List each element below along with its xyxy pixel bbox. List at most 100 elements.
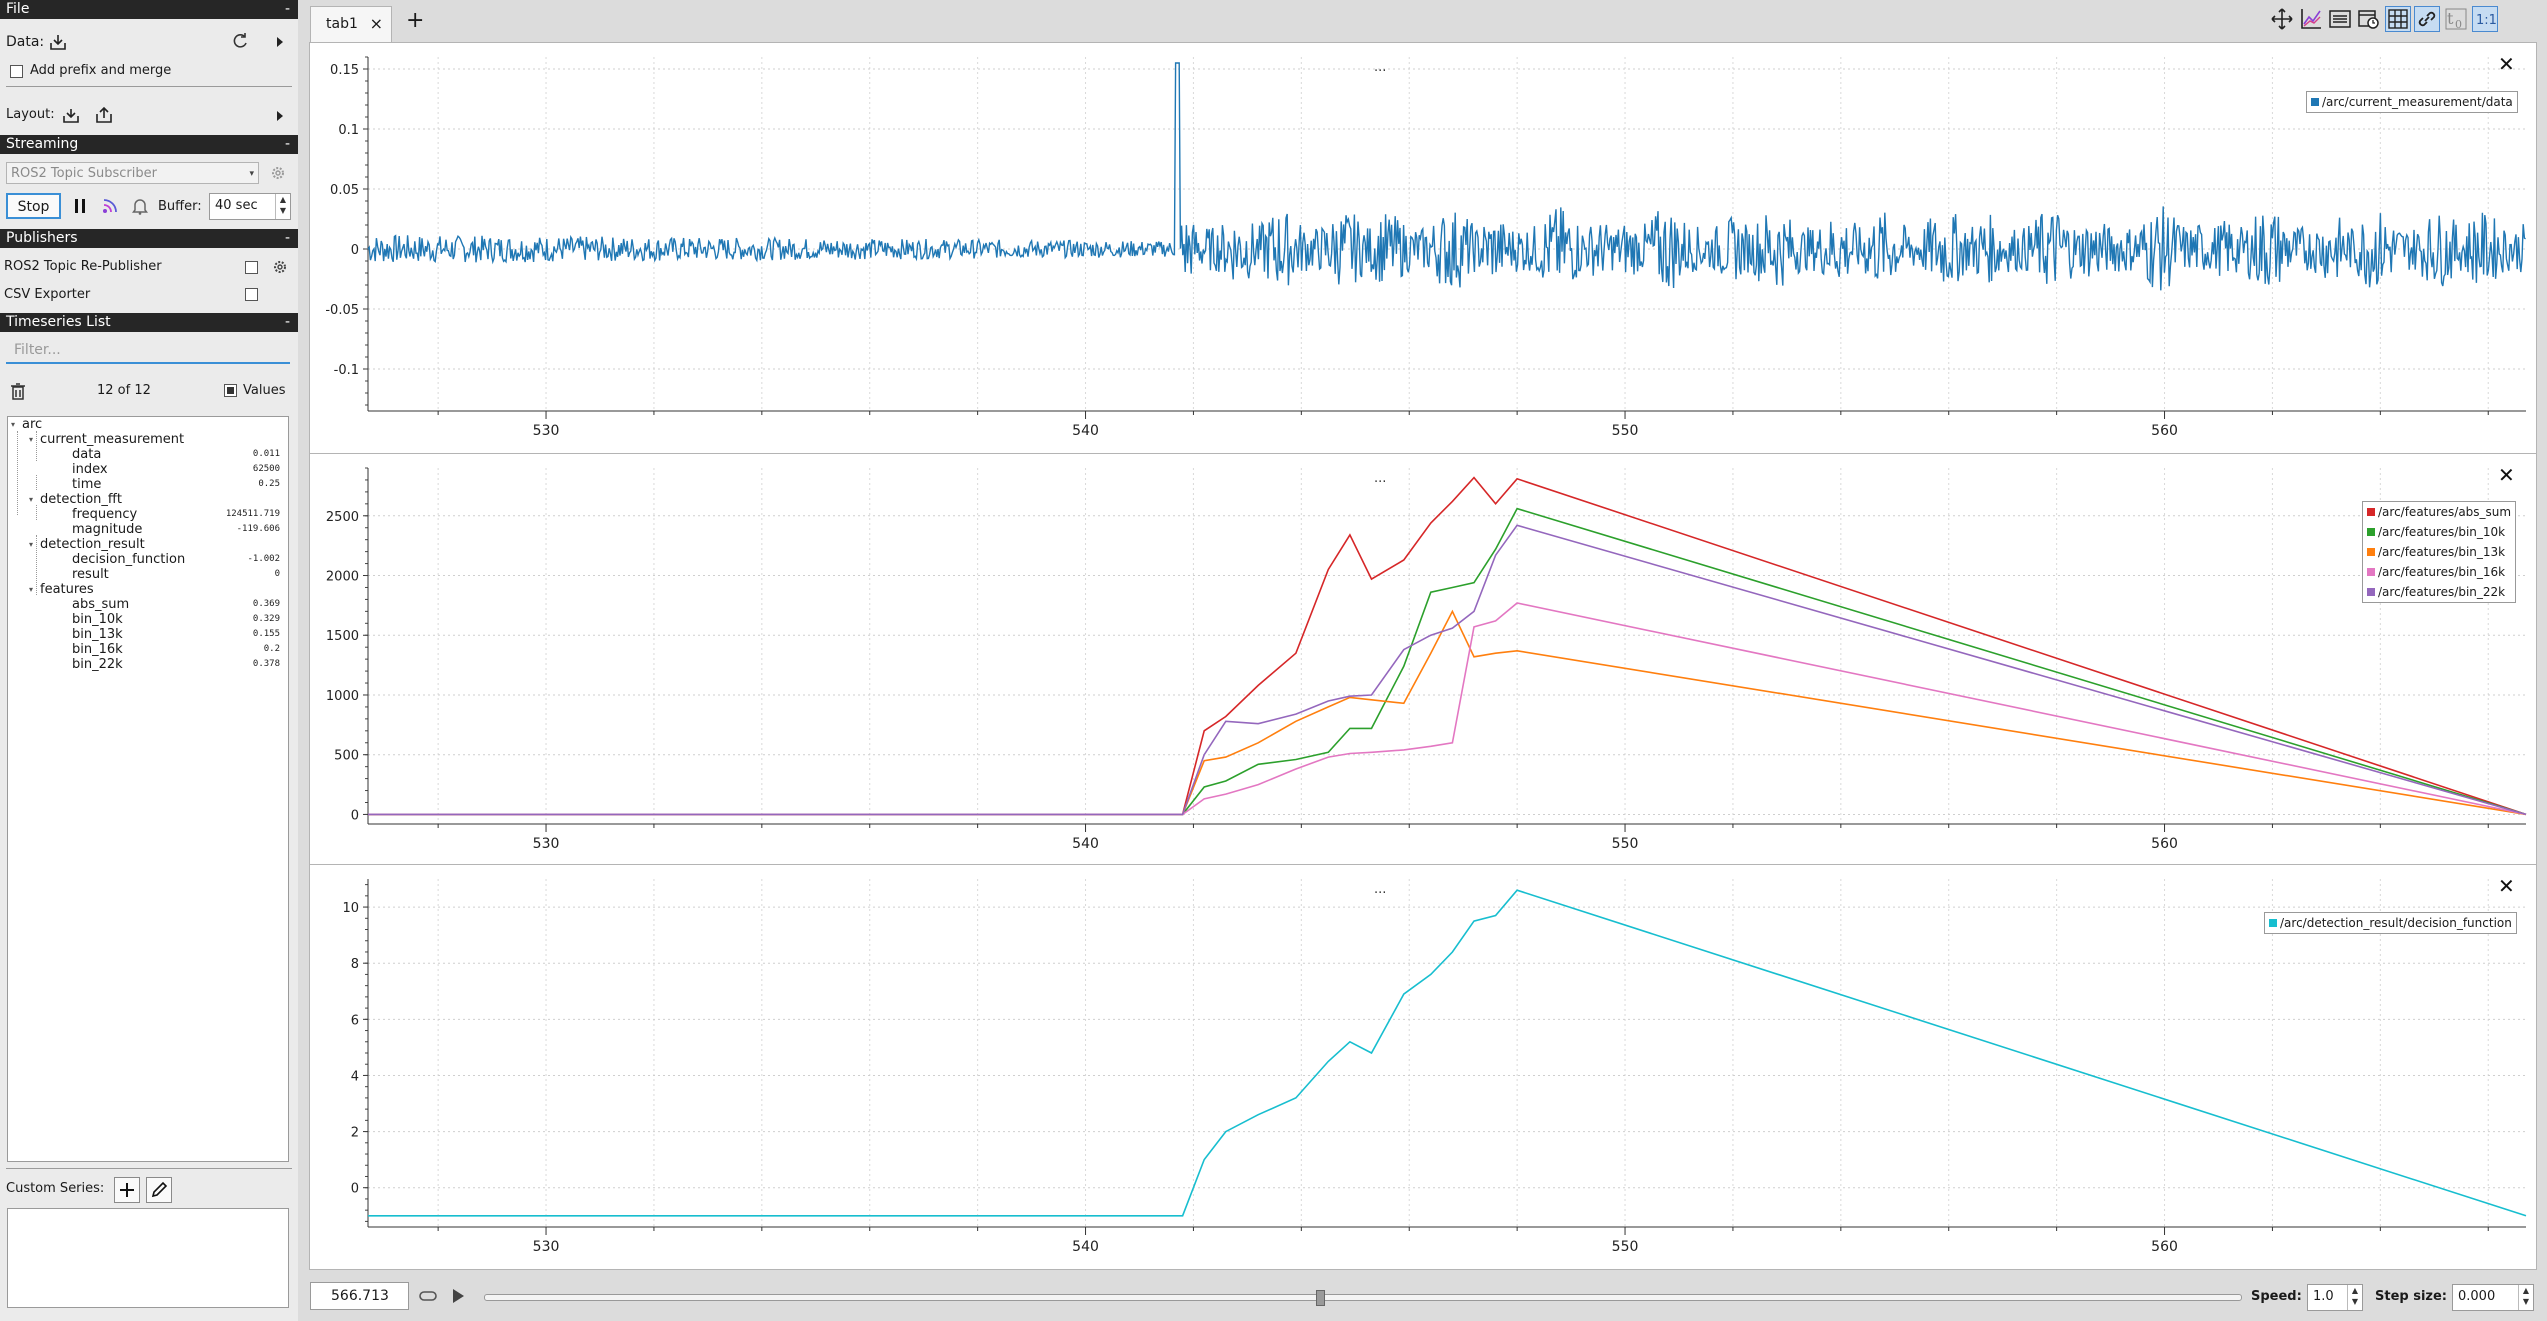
plot-canvas[interactable]: 10 8 6 4 2 0 530 540 550 560	[310, 865, 2536, 1269]
tab-tab1[interactable]: tab1 ×	[310, 6, 392, 42]
plot-legend[interactable]: /arc/detection_result/decision_function	[2264, 912, 2517, 934]
streaming-source-select[interactable]: ROS2 Topic Subscriber ▾	[6, 162, 259, 184]
collapse-icon[interactable]: -	[285, 229, 290, 248]
tree-leaf[interactable]: abs_sum	[72, 597, 129, 612]
timeseries-section-header[interactable]: Timeseries List -	[0, 313, 298, 332]
tree-leaf[interactable]: result	[72, 567, 109, 582]
calendar-clock-icon[interactable]	[2356, 6, 2382, 32]
series-line	[368, 609, 2527, 816]
streaming-section-header[interactable]: Streaming -	[0, 135, 298, 154]
timeseries-tree[interactable]: ▾ arc ▾ current_measurement data 0.011 i…	[7, 416, 289, 1162]
time-zero-icon[interactable]: t0	[2443, 6, 2469, 32]
close-plot-icon[interactable]: ✕	[2498, 463, 2515, 487]
chevron-down-icon[interactable]: ▾	[29, 585, 33, 594]
spin-arrows-icon[interactable]: ▲ ▼	[2347, 1285, 2362, 1310]
publisher-checkbox[interactable]	[245, 288, 258, 301]
svg-text:t: t	[2447, 9, 2454, 28]
tree-node-features[interactable]: features	[40, 582, 94, 597]
chevron-down-icon[interactable]: ▾	[11, 420, 15, 429]
settings-gear-icon[interactable]	[270, 257, 290, 277]
plot-canvas[interactable]: 2500 2000 1500 1000 500 0 530 540 550 560	[310, 454, 2536, 864]
plot-canvas[interactable]: 0.15 0.1 0.05 0 -0.05 -0.1 530 540 550 560	[310, 43, 2536, 453]
tree-leaf[interactable]: frequency	[72, 507, 137, 522]
list-icon[interactable]	[2327, 6, 2353, 32]
chevron-down-icon[interactable]: ▾	[29, 435, 33, 444]
y-tick-label: 500	[334, 749, 359, 764]
link-icon[interactable]	[2414, 6, 2440, 32]
add-prefix-checkbox[interactable]	[10, 65, 23, 78]
tree-leaf[interactable]: index	[72, 462, 108, 477]
close-plot-icon[interactable]: ✕	[2498, 52, 2515, 76]
tree-leaf[interactable]: bin_10k	[72, 612, 123, 627]
file-section-header[interactable]: File -	[0, 0, 298, 19]
tree-node-detection-result[interactable]: detection_result	[40, 537, 145, 552]
series-line	[368, 602, 2527, 816]
tree-leaf[interactable]: time	[72, 477, 101, 492]
legend-swatch	[2367, 528, 2375, 536]
legend-swatch	[2311, 98, 2319, 106]
play-icon[interactable]	[448, 1286, 468, 1306]
spin-arrows-icon[interactable]: ▲ ▼	[2518, 1285, 2533, 1310]
pause-icon[interactable]	[70, 196, 90, 216]
step-size-spinbox[interactable]: 0.000 ▲ ▼	[2452, 1284, 2534, 1311]
ratio-icon[interactable]: 1:1	[2472, 6, 2498, 32]
timeseries-section-title: Timeseries List	[6, 314, 111, 330]
tree-leaf[interactable]: decision_function	[72, 552, 185, 567]
loop-icon[interactable]	[418, 1286, 438, 1306]
collapse-icon[interactable]: -	[285, 0, 290, 19]
plot-legend[interactable]: /arc/current_measurement/data	[2306, 91, 2518, 113]
tree-node-detection-fft[interactable]: detection_fft	[40, 492, 122, 507]
bell-icon[interactable]	[130, 196, 150, 216]
plot-decision-function[interactable]: 10 8 6 4 2 0 530 540 550 560 ... ✕ /arc/detection…	[310, 865, 2536, 1269]
tree-leaf-value: 0.329	[252, 614, 280, 624]
edit-custom-series-button[interactable]	[146, 1177, 172, 1203]
move-icon[interactable]	[2269, 6, 2295, 32]
close-icon[interactable]: ×	[370, 7, 383, 41]
timeline-slider[interactable]	[484, 1294, 2242, 1301]
speed-spinbox[interactable]: 1.0 ▲ ▼	[2307, 1284, 2363, 1311]
tree-leaf[interactable]: bin_22k	[72, 657, 123, 672]
plot-features[interactable]: 2500 2000 1500 1000 500 0 530 540 550 560 ... ✕ /…	[310, 454, 2536, 864]
tree-leaf[interactable]: data	[72, 447, 101, 462]
close-plot-icon[interactable]: ✕	[2498, 874, 2515, 898]
filter-input[interactable]: Filter...	[6, 338, 290, 364]
custom-series-list[interactable]	[7, 1208, 289, 1308]
tree-node-arc[interactable]: arc	[22, 417, 42, 432]
chevron-down-icon[interactable]: ▾	[29, 495, 33, 504]
y-tick-label: 2	[351, 1126, 359, 1141]
tab-bar: tab1 × + t0 1:1	[302, 0, 2547, 44]
collapse-icon[interactable]: -	[285, 135, 290, 154]
timeline-slider-handle[interactable]	[1316, 1290, 1325, 1306]
publishers-section-header[interactable]: Publishers -	[0, 229, 298, 248]
values-checkbox[interactable]	[224, 384, 237, 397]
collapse-icon[interactable]: -	[285, 313, 290, 332]
buffer-label: Buffer:	[158, 199, 202, 214]
grid-icon[interactable]	[2385, 6, 2411, 32]
chart-axes-icon[interactable]	[2298, 6, 2324, 32]
buffer-spinbox[interactable]: 40 sec ▲ ▼	[209, 193, 291, 220]
add-tab-icon[interactable]: +	[406, 8, 424, 33]
stop-button[interactable]: Stop	[6, 193, 61, 219]
plot-legend[interactable]: /arc/features/abs_sum /arc/features/bin_…	[2362, 501, 2517, 603]
reload-icon[interactable]	[230, 31, 250, 51]
tree-node-current-measurement[interactable]: current_measurement	[40, 432, 184, 447]
settings-gear-icon[interactable]	[268, 163, 288, 183]
tree-leaf[interactable]: bin_16k	[72, 642, 123, 657]
publisher-checkbox[interactable]	[245, 261, 258, 274]
tree-leaf[interactable]: bin_13k	[72, 627, 123, 642]
expand-arrow-icon[interactable]	[270, 32, 290, 52]
spin-arrows-icon[interactable]: ▲ ▼	[275, 194, 290, 219]
plot-current-measurement[interactable]: 0.15 0.1 0.05 0 -0.05 -0.1 530 540 550 560 ... ✕ …	[310, 43, 2536, 453]
add-custom-series-button[interactable]	[114, 1177, 140, 1203]
layout-expand-icon[interactable]	[270, 106, 290, 126]
legend-entry: /arc/features/bin_10k	[2378, 525, 2506, 539]
current-time-field[interactable]: 566.713	[310, 1282, 409, 1310]
broadcast-icon[interactable]	[100, 196, 120, 216]
svg-text:0: 0	[2455, 18, 2462, 30]
chevron-down-icon[interactable]: ▾	[29, 540, 33, 549]
tree-leaf[interactable]: magnitude	[72, 522, 142, 537]
load-data-icon[interactable]	[48, 32, 68, 52]
trash-icon[interactable]	[8, 381, 28, 401]
save-layout-icon[interactable]	[94, 105, 114, 125]
load-layout-icon[interactable]	[61, 105, 81, 125]
